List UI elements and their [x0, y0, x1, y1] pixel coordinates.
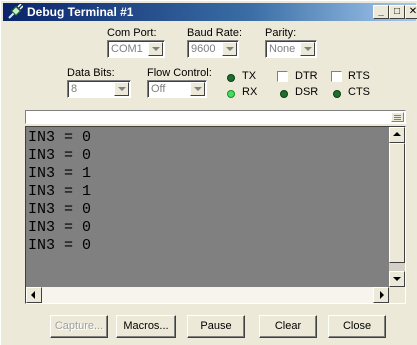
- dsr-led-icon: [280, 90, 288, 98]
- grip-icon[interactable]: [391, 112, 404, 122]
- flow-control-label: Flow Control:: [147, 67, 212, 79]
- com-port-select[interactable]: COM1: [107, 40, 165, 58]
- minimize-button[interactable]: _: [373, 5, 389, 19]
- window-title: Debug Terminal #1: [27, 5, 134, 19]
- chevron-down-icon[interactable]: [300, 42, 315, 56]
- vertical-scrollbar[interactable]: [389, 127, 405, 287]
- com-port-label: Com Port:: [107, 27, 157, 39]
- chevron-down-icon[interactable]: [222, 42, 237, 56]
- chevron-down-icon[interactable]: [114, 82, 129, 96]
- console-line: IN3 = 0: [28, 147, 92, 164]
- dtr-checkbox[interactable]: [277, 71, 288, 82]
- close-button[interactable]: Close: [328, 315, 386, 338]
- receive-console[interactable]: IN3 = 0 IN3 = 0 IN3 = 1 IN3 = 1 IN3 = 0 …: [25, 126, 406, 304]
- com-port-value: COM1: [111, 43, 143, 55]
- dsr-label: DSR: [295, 86, 319, 98]
- maximize-button[interactable]: □: [389, 5, 405, 19]
- tx-led-icon: [227, 74, 235, 82]
- baud-rate-select[interactable]: 9600: [187, 40, 239, 58]
- clear-button[interactable]: Clear: [259, 315, 317, 338]
- rts-label: RTS: [348, 70, 370, 82]
- debug-terminal-window: Debug Terminal #1 _ □ ✕ Com Port: COM1 B…: [0, 0, 417, 345]
- transmit-input[interactable]: [25, 110, 406, 124]
- console-line: IN3 = 0: [28, 219, 92, 236]
- baud-rate-label: Baud Rate:: [187, 27, 243, 39]
- pause-button[interactable]: Pause: [187, 315, 245, 338]
- console-line: IN3 = 0: [28, 129, 92, 146]
- rts-checkbox[interactable]: [331, 71, 342, 82]
- scroll-up-arrow-icon[interactable]: [389, 127, 405, 143]
- title-bar[interactable]: Debug Terminal #1 _ □ ✕: [3, 3, 417, 21]
- data-bits-select[interactable]: 8: [67, 80, 131, 98]
- console-output: IN3 = 0 IN3 = 0 IN3 = 1 IN3 = 1 IN3 = 0 …: [28, 129, 388, 285]
- console-line: IN3 = 1: [28, 165, 92, 182]
- console-line: IN3 = 1: [28, 183, 92, 200]
- macros-button[interactable]: Macros...: [116, 315, 176, 338]
- data-bits-label: Data Bits:: [67, 67, 115, 79]
- rx-led-icon: [227, 90, 235, 98]
- cts-led-icon: [333, 90, 341, 98]
- cable-plug-icon: [8, 4, 23, 19]
- parity-label: Parity:: [265, 27, 297, 39]
- scroll-right-arrow-icon[interactable]: [373, 287, 389, 303]
- chevron-down-icon[interactable]: [190, 82, 205, 96]
- console-line: IN3 = 0: [28, 201, 92, 218]
- flow-control-select[interactable]: Off: [147, 80, 207, 98]
- scrollbar-corner: [389, 287, 405, 303]
- console-line: IN3 = 0: [28, 237, 92, 254]
- tx-label: TX: [242, 70, 257, 82]
- dtr-label: DTR: [295, 70, 318, 82]
- horizontal-scrollbar[interactable]: [26, 287, 389, 303]
- vertical-scroll-thumb[interactable]: [389, 143, 405, 263]
- parity-select[interactable]: None: [265, 40, 317, 58]
- parity-value: None: [269, 43, 296, 55]
- rx-label: RX: [242, 86, 258, 98]
- scroll-down-arrow-icon[interactable]: [389, 271, 405, 287]
- scroll-left-arrow-icon[interactable]: [26, 287, 42, 303]
- flow-control-value: Off: [151, 83, 166, 95]
- horizontal-scroll-track[interactable]: [42, 287, 373, 303]
- baud-rate-value: 9600: [191, 43, 216, 55]
- capture-button[interactable]: Capture...: [50, 315, 108, 338]
- data-bits-value: 8: [71, 83, 78, 95]
- cts-label: CTS: [348, 86, 370, 98]
- chevron-down-icon[interactable]: [148, 42, 163, 56]
- close-window-button[interactable]: ✕: [405, 5, 417, 19]
